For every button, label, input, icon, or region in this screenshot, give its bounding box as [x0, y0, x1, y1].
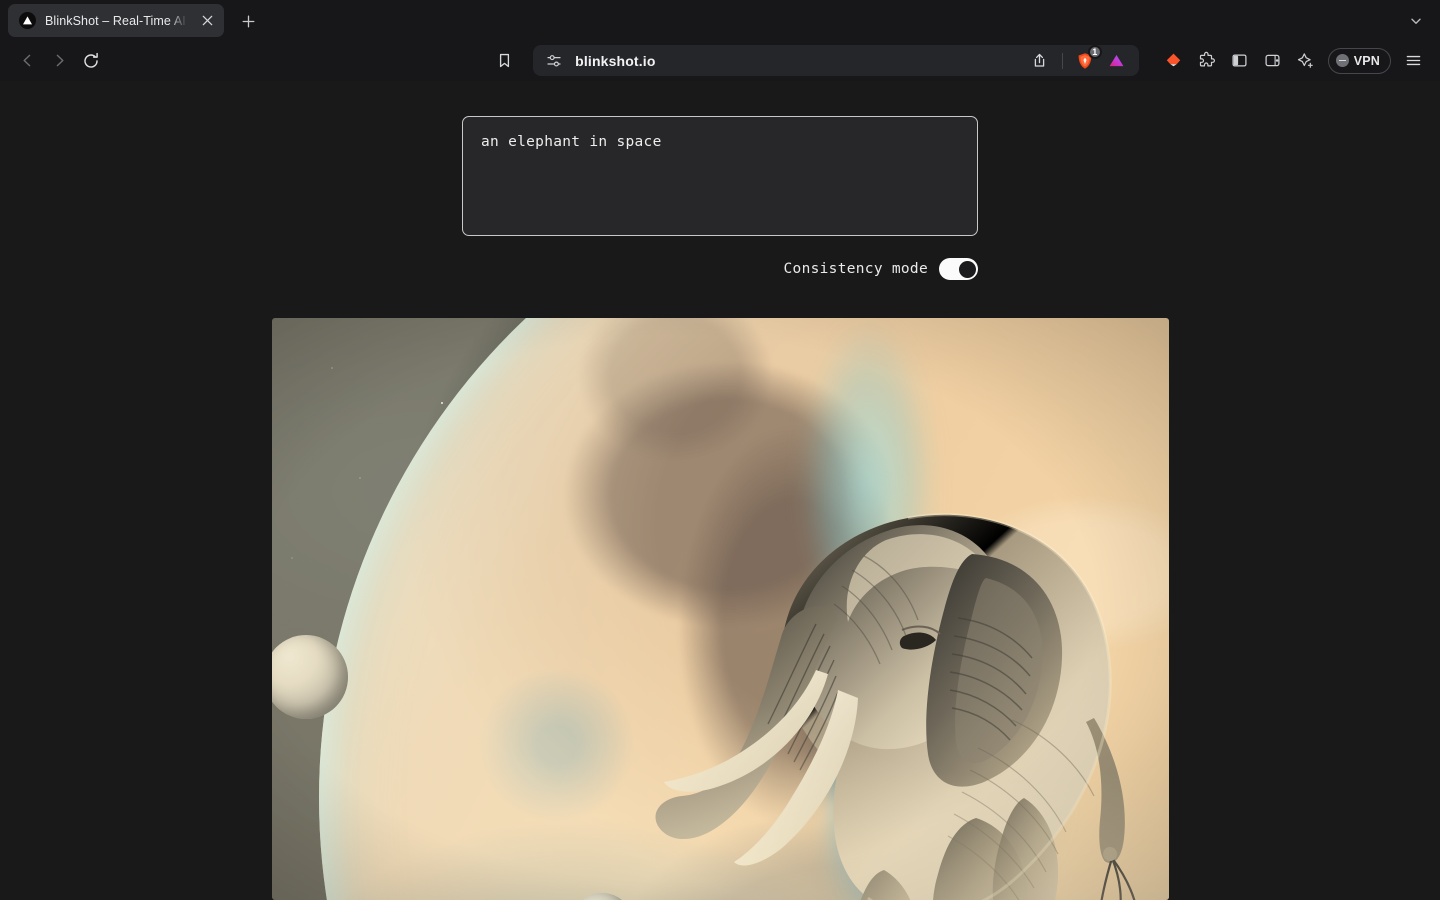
prompt-input[interactable] [462, 116, 978, 236]
close-icon[interactable] [198, 12, 216, 30]
vercel-triangle-icon[interactable] [1104, 48, 1130, 74]
browser-tab-blinkshot[interactable]: BlinkShot – Real-Time AI Ima [8, 4, 224, 37]
consistency-mode-row: Consistency mode [462, 258, 978, 280]
share-icon[interactable] [1027, 48, 1053, 74]
hamburger-menu-icon[interactable] [1398, 46, 1428, 76]
shields-blocked-count: 1 [1087, 44, 1102, 59]
chevron-down-icon[interactable] [1402, 7, 1430, 35]
consistency-mode-toggle[interactable] [939, 258, 978, 280]
wallet-icon[interactable] [1258, 46, 1288, 76]
generated-image[interactable] [271, 318, 1169, 900]
tab-title: BlinkShot – Real-Time AI Ima [45, 13, 189, 28]
triangle-logo-icon [19, 12, 36, 29]
bookmark-icon[interactable] [489, 46, 519, 76]
url-text[interactable]: blinkshot.io [575, 53, 1027, 69]
reload-button[interactable] [76, 46, 106, 76]
omnibox-actions: 1 [1027, 44, 1130, 74]
new-tab-button[interactable] [234, 7, 262, 35]
puzzle-piece-icon[interactable] [1192, 46, 1222, 76]
leo-sparkle-icon[interactable] [1291, 46, 1321, 76]
tab-strip: BlinkShot – Real-Time AI Ima [0, 0, 1440, 40]
brave-lion-icon[interactable] [1159, 46, 1189, 76]
elephant-subject [271, 318, 1169, 900]
consistency-mode-label: Consistency mode [783, 261, 928, 277]
image-scene [271, 318, 1169, 900]
prompt-section [462, 116, 978, 241]
navigation-toolbar: blinkshot.io 1 VPN [0, 40, 1440, 81]
vpn-toggle-icon [1335, 54, 1349, 67]
omnibox-divider [1061, 52, 1063, 69]
vpn-label: VPN [1353, 53, 1380, 68]
back-button[interactable] [12, 46, 42, 76]
page-viewport: Consistency mode [0, 81, 1440, 900]
brave-shields-lion-icon[interactable]: 1 [1072, 44, 1102, 74]
address-bar[interactable]: blinkshot.io 1 [533, 44, 1139, 76]
forward-button[interactable] [44, 46, 74, 76]
browser-window: BlinkShot – Real-Time AI Ima [0, 0, 1440, 900]
browser-actions: VPN [1159, 46, 1428, 76]
site-settings-sliders-icon[interactable] [545, 52, 563, 70]
toggle-knob [958, 260, 976, 278]
blinkshot-app: Consistency mode [0, 81, 1440, 900]
vpn-button[interactable]: VPN [1327, 47, 1391, 74]
sidebar-panel-icon[interactable] [1225, 46, 1255, 76]
